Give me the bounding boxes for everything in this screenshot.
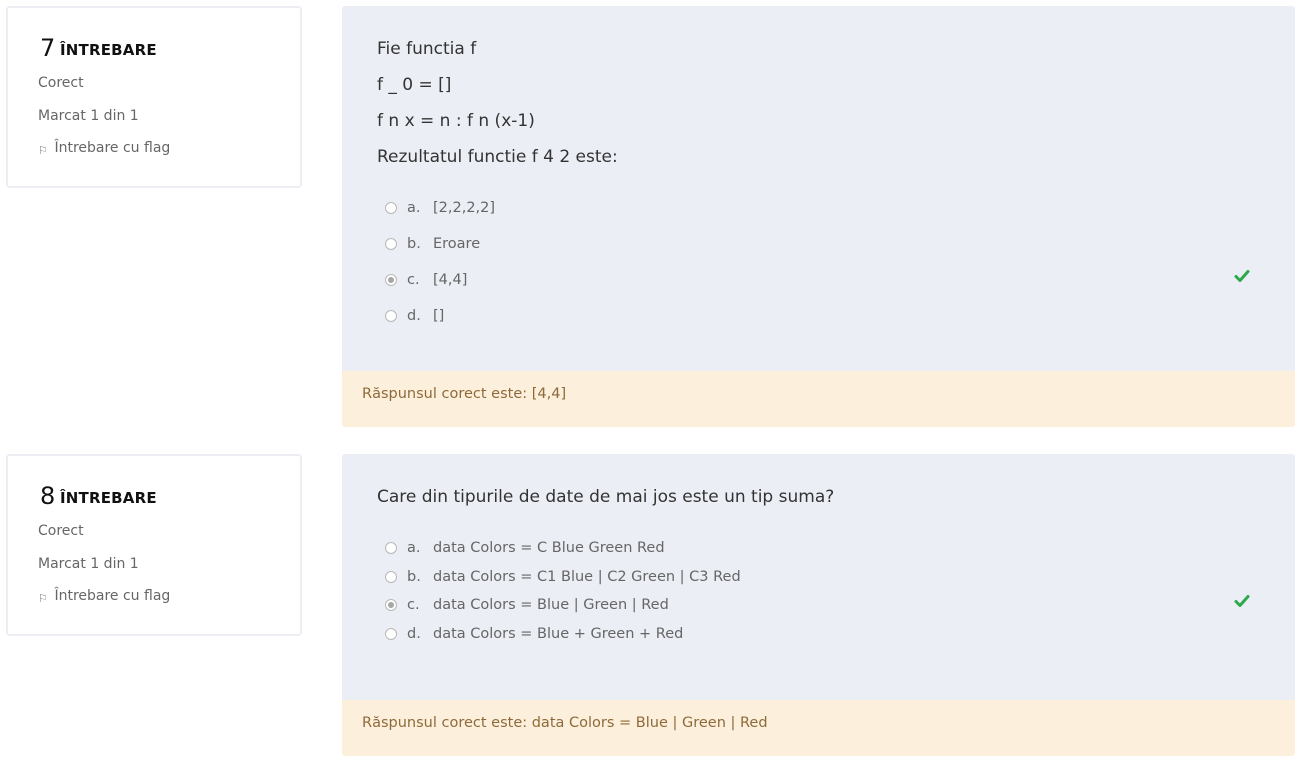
answer-text: data Colors = Blue | Green | Red xyxy=(433,597,669,613)
question-text-line: Care din tipurile de date de mai jos est… xyxy=(377,487,835,507)
answer-radio[interactable] xyxy=(385,202,397,214)
question-text-line: f n x = n : f n (x-1) xyxy=(377,111,535,131)
answer-letter: c. xyxy=(407,597,420,613)
answer-letter: d. xyxy=(407,626,421,642)
answer-text: data Colors = C1 Blue | C2 Green | C3 Re… xyxy=(433,569,741,585)
answer-text: data Colors = C Blue Green Red xyxy=(433,540,665,556)
question-word: ÎNTREBARE xyxy=(60,489,157,507)
flag-icon: ⚐ xyxy=(38,144,48,157)
check-icon xyxy=(1234,595,1250,607)
question-grade: Marcat 1 din 1 xyxy=(38,108,139,124)
answer-text: [2,2,2,2] xyxy=(433,200,496,216)
answer-radio[interactable] xyxy=(385,628,397,640)
question-content: Care din tipurile de date de mai jos est… xyxy=(342,454,1295,700)
flag-icon: ⚐ xyxy=(38,592,48,605)
question-state: Corect xyxy=(38,523,84,539)
flag-label: Întrebare cu flag xyxy=(54,588,171,604)
question-state: Corect xyxy=(38,75,84,91)
question-content: Fie functia f f _ 0 = [] f n x = n : f n… xyxy=(342,6,1295,371)
answer-letter: d. xyxy=(407,308,421,324)
flag-question-link[interactable]: ⚐ Întrebare cu flag xyxy=(38,140,171,157)
answer-radio-selected[interactable] xyxy=(385,599,397,611)
feedback-text: Răspunsul corect este: [4,4] xyxy=(362,386,567,402)
answer-radio[interactable] xyxy=(385,571,397,583)
flag-question-link[interactable]: ⚐ Întrebare cu flag xyxy=(38,588,171,605)
answer-radio[interactable] xyxy=(385,238,397,250)
question-text-line: f _ 0 = [] xyxy=(377,75,452,95)
answer-radio-selected[interactable] xyxy=(385,274,397,286)
answer-radio[interactable] xyxy=(385,310,397,322)
answer-text: [] xyxy=(433,308,445,324)
answer-text: data Colors = Blue + Green + Red xyxy=(433,626,684,642)
correct-answer-feedback: Răspunsul corect este: [4,4] xyxy=(342,371,1295,427)
answer-letter: c. xyxy=(407,272,420,288)
correct-answer-feedback: Răspunsul corect este: data Colors = Blu… xyxy=(342,700,1295,756)
question-grade: Marcat 1 din 1 xyxy=(38,556,139,572)
question-info-panel: 8 ÎNTREBARE Corect Marcat 1 din 1 ⚐ Într… xyxy=(6,454,302,636)
flag-label: Întrebare cu flag xyxy=(54,140,171,156)
answer-letter: a. xyxy=(407,200,421,216)
question-number: 8 xyxy=(40,482,56,510)
answer-letter: b. xyxy=(407,569,421,585)
feedback-text: Răspunsul corect este: data Colors = Blu… xyxy=(362,715,768,731)
answer-letter: b. xyxy=(407,236,421,252)
answer-text: Eroare xyxy=(433,236,481,252)
check-icon xyxy=(1234,270,1250,282)
question-text-line: Fie functia f xyxy=(377,39,477,59)
answer-letter: a. xyxy=(407,540,421,556)
question-text-line: Rezultatul functie f 4 2 este: xyxy=(377,147,618,167)
question-word: ÎNTREBARE xyxy=(60,41,157,59)
question-info-panel: 7 ÎNTREBARE Corect Marcat 1 din 1 ⚐ Într… xyxy=(6,6,302,188)
question-number: 7 xyxy=(40,34,56,62)
answer-text: [4,4] xyxy=(433,272,468,288)
answer-radio[interactable] xyxy=(385,542,397,554)
